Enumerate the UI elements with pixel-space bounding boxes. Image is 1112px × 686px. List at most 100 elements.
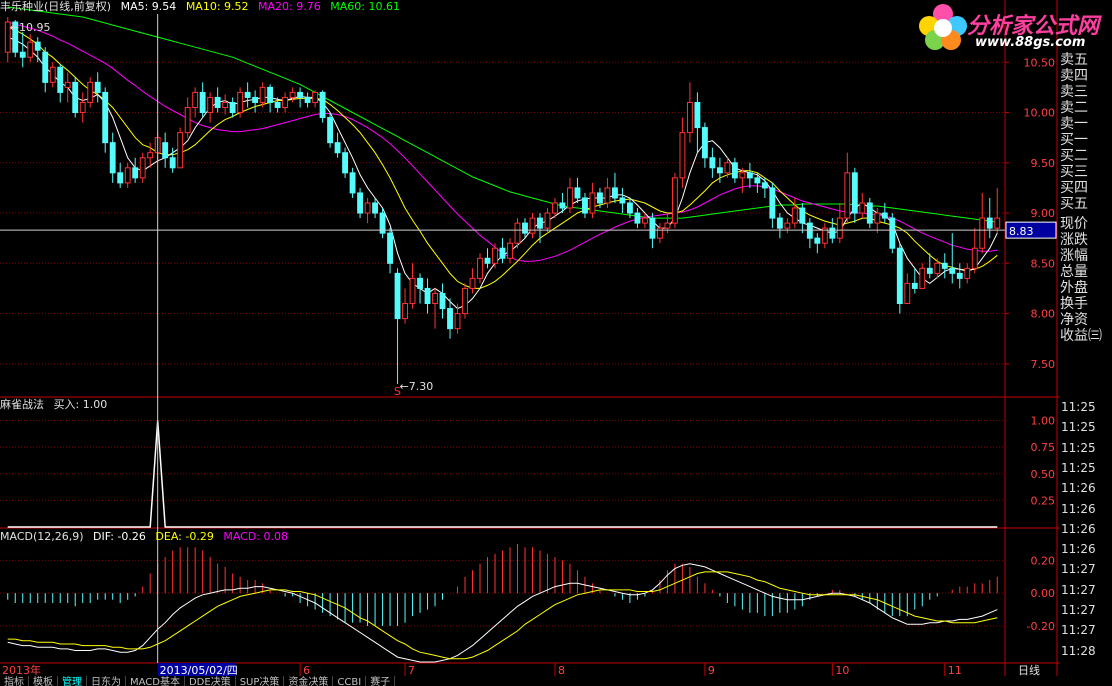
indicator-header: 麻雀战法 买入: 1.00 [0, 398, 113, 412]
candle-up [844, 172, 851, 219]
candle-down [746, 172, 753, 179]
candle-down [949, 267, 956, 274]
candle-up [177, 132, 184, 169]
price-tick-label: 9.50 [1031, 157, 1056, 170]
candle-down [626, 202, 633, 214]
macd-tick-label: 0.00 [1031, 587, 1056, 600]
indicator-tick-label: 0.25 [1031, 494, 1056, 507]
candle-up [49, 66, 56, 83]
candle-down [267, 86, 274, 103]
candle-up [79, 101, 86, 114]
ma20-label: MA20: 9.76 [258, 0, 321, 13]
candle-down [199, 91, 206, 114]
year-label: 2013年 [2, 663, 41, 677]
timeline-time-label: 11:27 [1061, 623, 1096, 638]
candle-down [716, 167, 723, 174]
timeline-time-label: 11:26 [1061, 542, 1096, 557]
logo-url: www.88gs.com [975, 35, 1086, 50]
candle-down [806, 222, 813, 239]
indicator-name: 麻雀战法 [0, 398, 44, 411]
candle-down [634, 212, 641, 224]
candle-down [911, 282, 918, 289]
timeline-time-label: 11:27 [1061, 603, 1096, 617]
timeline-time-label: 11:27 [1061, 582, 1096, 597]
timeline-time-label: 11:27 [1061, 562, 1096, 577]
candle-down [619, 197, 626, 204]
candle-up [679, 132, 686, 179]
candle-down [252, 96, 259, 103]
bottom-tab[interactable]: MACD基本 [126, 676, 185, 686]
candlestick-series: ←10.95 ←7.30S [4, 17, 1001, 398]
macd-dif-label: DIF: -0.26 [93, 530, 146, 543]
candle-down [522, 222, 528, 234]
candle-up [507, 242, 513, 259]
low-price-label: ←7.30 [400, 380, 434, 393]
candle-down [926, 267, 933, 274]
macd-name: MACD(12,26,9) [0, 530, 84, 543]
candle-up [492, 247, 498, 264]
bottom-tab[interactable]: 模板 [29, 676, 58, 686]
candle-down [814, 237, 821, 244]
period-label: 日线 [1018, 663, 1040, 677]
candle-down [132, 167, 139, 179]
quote-field-label: 换手 [1060, 296, 1088, 312]
candle-up [364, 202, 371, 214]
candle-up [739, 172, 746, 179]
price-tick-label: 10.50 [1024, 56, 1056, 69]
candle-up [312, 91, 319, 103]
bottom-tab[interactable]: SUP决策 [236, 676, 285, 686]
candle-down [297, 91, 304, 98]
stock-title: 丰乐种业(日线,前复权) [0, 0, 112, 13]
timeline-time-label: 11:26 [1061, 481, 1096, 496]
quote-field-label: 卖五 [1060, 52, 1088, 68]
chart-canvas[interactable]: ←10.95 ←7.30S 10.50 10.00 9.50 9.00 8.50 8.00 7… [0, 0, 1112, 686]
bottom-tab[interactable]: CCBI [333, 676, 367, 686]
quote-field-label: 外盘 [1060, 280, 1088, 296]
candle-up [724, 162, 731, 174]
candle-up [964, 267, 971, 279]
bottom-tab[interactable]: DDE决策 [185, 676, 236, 686]
bottom-tab[interactable]: 管理 [58, 676, 87, 686]
candle-up [147, 152, 154, 159]
candle-down [319, 91, 326, 119]
quote-field-label: 净资 [1060, 312, 1088, 328]
quote-field-label: 买五 [1060, 196, 1088, 212]
candle-up [87, 81, 94, 103]
candle-up [971, 247, 978, 269]
candle-down [649, 217, 656, 239]
candle-down [334, 142, 341, 154]
candle-down [417, 277, 423, 289]
candle-up [514, 222, 521, 244]
bottom-tab[interactable]: 指标 [0, 676, 29, 686]
candle-up [409, 277, 416, 305]
quote-field-label: 卖一 [1060, 116, 1088, 132]
quote-field-label: 涨跌 [1060, 232, 1088, 248]
quote-field-label: 现价 [1060, 216, 1088, 232]
candle-down [484, 257, 491, 264]
candle-up [552, 202, 558, 214]
candle-down [169, 157, 176, 169]
ma10-label: MA10: 9.52 [185, 0, 249, 13]
candle-down [709, 157, 716, 169]
candle-down [776, 217, 783, 229]
bottom-tab-bar: 指标 模板 管理 日东为 MACD基本 DDE决策 SUP决策 资金决策 CCBI 赛子 [0, 676, 1010, 686]
candle-up [124, 167, 131, 184]
candle-up [604, 187, 611, 204]
price-axis: 10.50 10.00 9.50 9.00 8.50 8.00 7.50 1.00 0.75 0.… [1005, 56, 1055, 633]
bottom-tab[interactable]: 日东为 [87, 676, 126, 686]
candle-up [64, 81, 71, 88]
macd-dea-label: DEA: -0.29 [155, 530, 214, 543]
candle-up [904, 282, 911, 305]
candle-down [701, 127, 708, 159]
bottom-tab[interactable]: 赛子 [366, 676, 396, 686]
candle-down [731, 162, 738, 179]
candle-down [57, 66, 64, 93]
timeline-time-label: 11:28 [1061, 643, 1096, 658]
timeline-time-label: 11:25 [1061, 440, 1096, 455]
candle-up [664, 222, 671, 229]
candle-down [499, 247, 506, 259]
candle-up [222, 101, 229, 108]
bottom-tab[interactable]: 资金决策 [284, 676, 334, 686]
candle-down [881, 212, 888, 219]
candle-up [874, 212, 881, 224]
